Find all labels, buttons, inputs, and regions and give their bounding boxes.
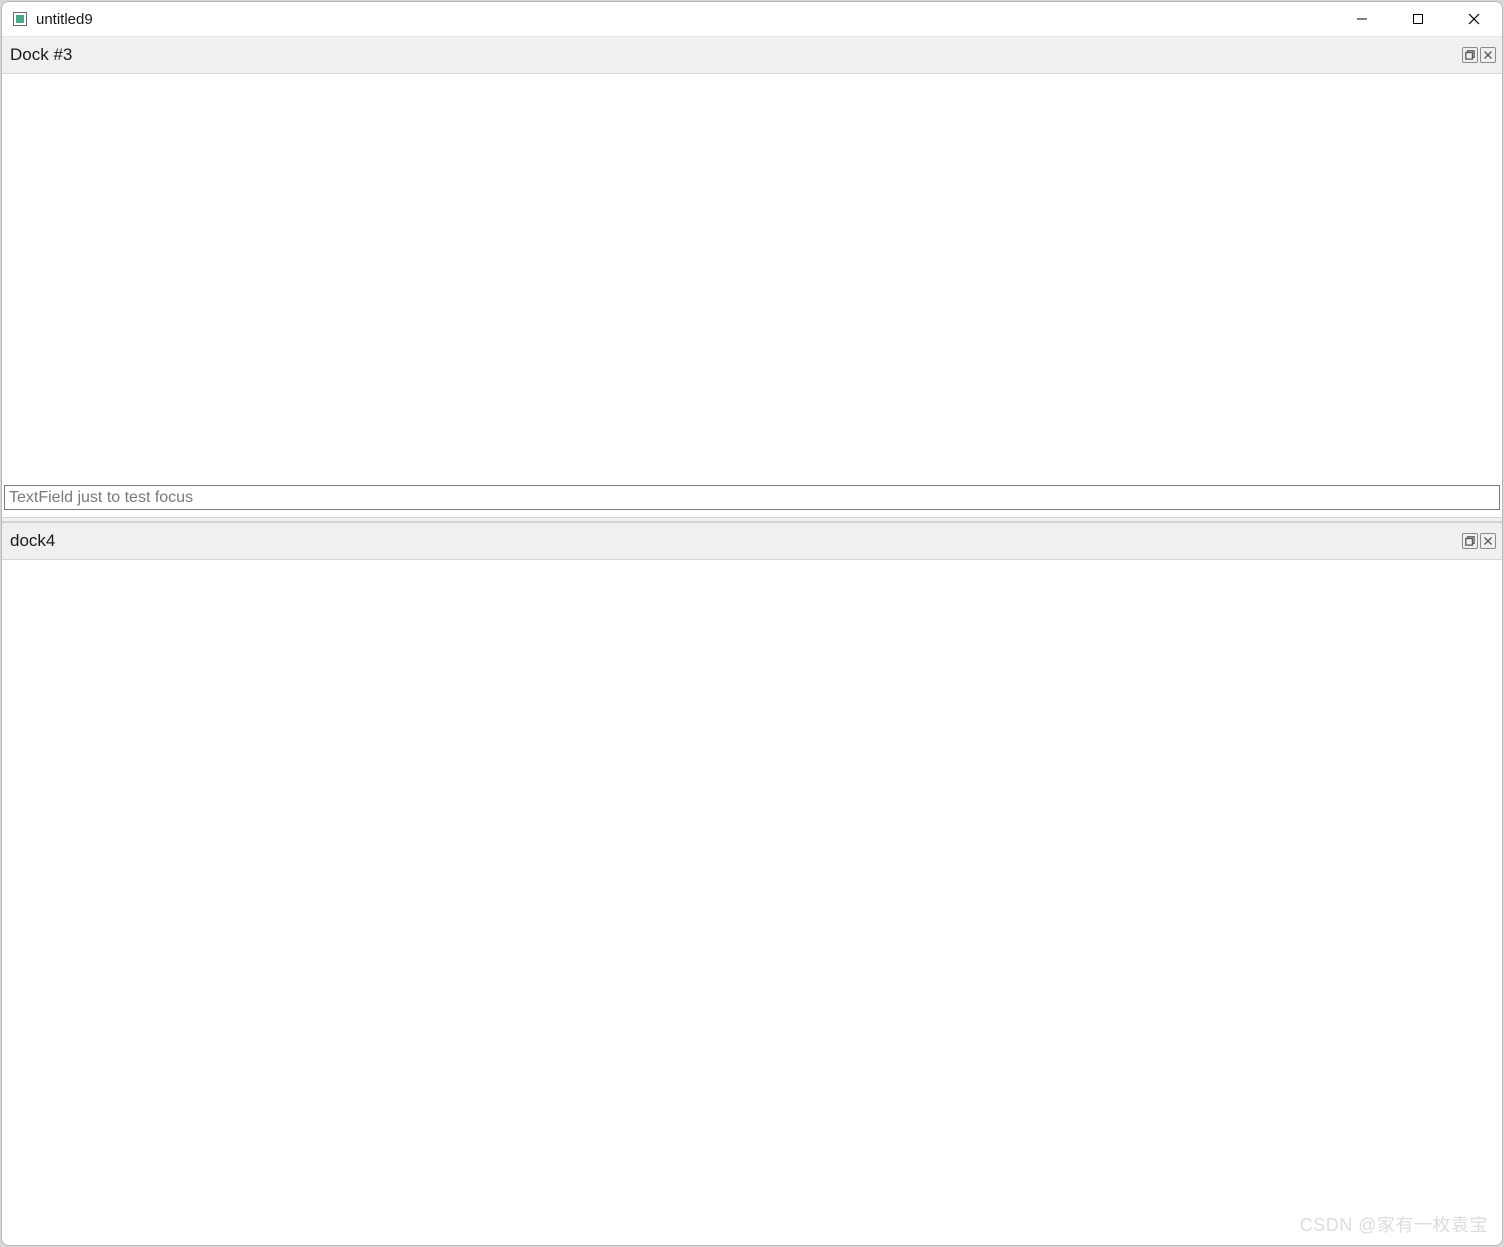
close-button[interactable] [1446, 2, 1502, 36]
app-icon [12, 11, 28, 27]
maximize-button[interactable] [1390, 2, 1446, 36]
close-icon [1468, 13, 1480, 25]
minimize-icon [1356, 13, 1368, 25]
window-controls [1334, 2, 1502, 36]
window-title: untitled9 [36, 11, 1334, 28]
dock-float-button[interactable] [1462, 533, 1478, 549]
content-area: Dock #3 [2, 37, 1502, 1245]
dock-body-bottom [2, 560, 1502, 1245]
close-x-icon [1483, 50, 1493, 60]
dock-body-top [2, 74, 1502, 517]
dock-controls-top [1462, 47, 1496, 63]
test-focus-textfield[interactable] [4, 485, 1500, 510]
dock-controls-bottom [1462, 533, 1496, 549]
dock-title-bottom: dock4 [10, 531, 1462, 551]
minimize-button[interactable] [1334, 2, 1390, 36]
dock-panel-bottom: dock4 [2, 522, 1502, 1245]
maximize-icon [1412, 13, 1424, 25]
dock-title-top: Dock #3 [10, 45, 1462, 65]
dock-close-button[interactable] [1480, 533, 1496, 549]
close-x-icon [1483, 536, 1493, 546]
float-icon [1465, 50, 1475, 60]
dock-float-button[interactable] [1462, 47, 1478, 63]
dock-header-top[interactable]: Dock #3 [2, 37, 1502, 74]
dock-panel-top: Dock #3 [2, 37, 1502, 517]
float-icon [1465, 536, 1475, 546]
application-window: untitled9 Dock #3 [1, 1, 1503, 1246]
empty-area [2, 74, 1502, 485]
dock-close-button[interactable] [1480, 47, 1496, 63]
window-titlebar[interactable]: untitled9 [2, 2, 1502, 37]
dock-header-bottom[interactable]: dock4 [2, 523, 1502, 560]
